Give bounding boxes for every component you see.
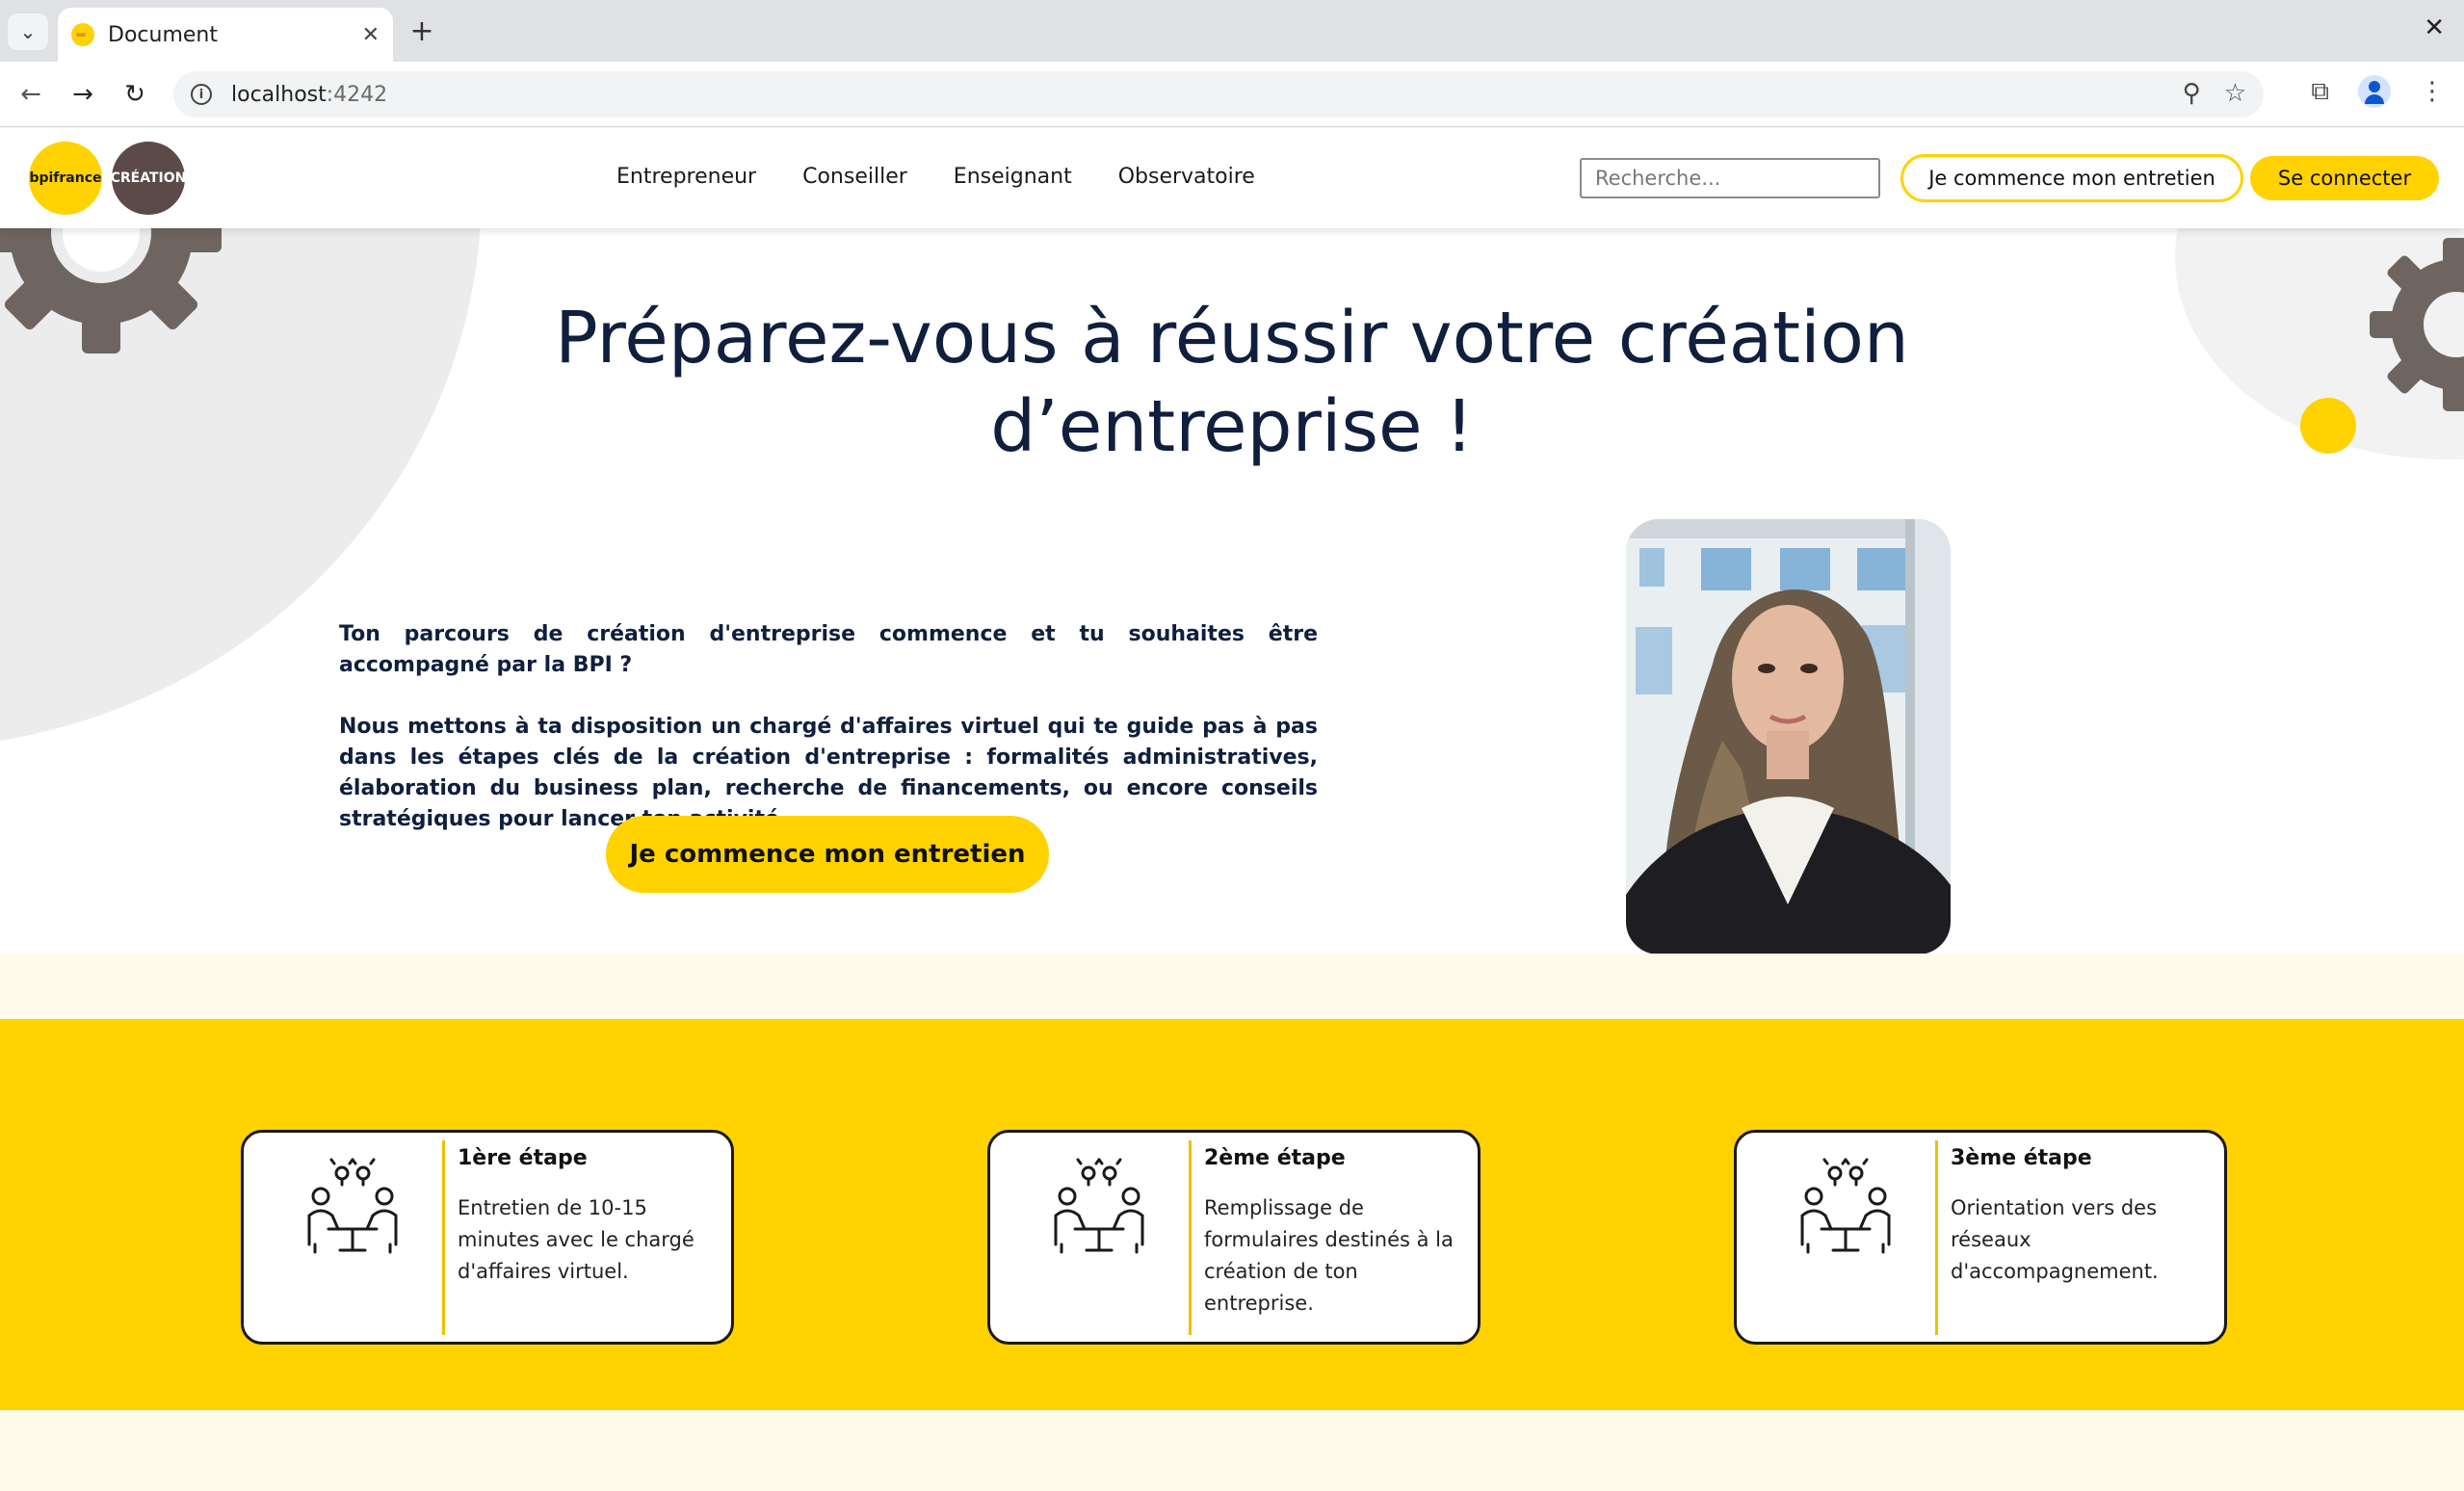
step-description: Orientation vers des réseaux d'accompagn… — [1951, 1196, 2159, 1283]
hero-section: Préparez-vous à réussir votre création d… — [0, 228, 2464, 954]
star-icon[interactable]: ☆ — [2224, 79, 2246, 108]
page-title: Préparez-vous à réussir votre création d… — [0, 294, 2464, 471]
step-title: 2ème étape — [1204, 1146, 1346, 1170]
step-title: 3ème étape — [1951, 1146, 2092, 1170]
extensions-icon[interactable]: ⧉ — [2311, 77, 2329, 107]
hero-description: Ton parcours de création d'entreprise co… — [339, 619, 1318, 835]
nav-enseignant[interactable]: Enseignant — [954, 165, 1072, 189]
step-description: Remplissage de formulaires destinés à la… — [1204, 1196, 1454, 1315]
new-tab-button[interactable]: + — [405, 12, 439, 50]
url-port: :4242 — [326, 82, 388, 107]
browser-tabbar: ⌄ Document ✕ + ✕ — [0, 0, 2464, 62]
browser-tab[interactable]: Document ✕ — [58, 8, 393, 62]
virtual-advisor-video[interactable] — [1626, 519, 1951, 954]
main-nav: Entrepreneur Conseiller Enseignant Obser… — [616, 165, 1255, 189]
title-line-1: Préparez-vous à réussir votre création — [555, 297, 1909, 379]
site-header: bpifrance CRÉATION Entrepreneur Conseill… — [0, 128, 2464, 228]
meeting-icon — [307, 1158, 398, 1254]
nav-conseiller[interactable]: Conseiller — [802, 165, 907, 189]
address-bar-row: ← → ↻ i localhost:4242 ⚲ ☆ ⧉ ⋮ — [0, 62, 2464, 127]
reload-icon[interactable]: ↻ — [118, 77, 152, 112]
hero-paragraph-1: Ton parcours de création d'entreprise co… — [339, 622, 1318, 677]
cream-footer-strip — [0, 1410, 2464, 1491]
zoom-icon[interactable]: ⚲ — [2183, 79, 2201, 108]
info-icon[interactable]: i — [191, 84, 212, 105]
nav-entrepreneur[interactable]: Entrepreneur — [616, 165, 756, 189]
forward-arrow-icon[interactable]: → — [66, 77, 100, 112]
nav-observatoire[interactable]: Observatoire — [1118, 165, 1255, 189]
url-field[interactable]: i localhost:4242 ⚲ ☆ — [173, 71, 2264, 118]
tab-list-button[interactable]: ⌄ — [8, 13, 48, 50]
step-card-1: 1ère étape Entretien de 10-15 minutes av… — [241, 1130, 734, 1345]
title-line-2: d’entreprise ! — [990, 385, 1474, 468]
step-separator — [1935, 1140, 1938, 1335]
login-button[interactable]: Se connecter — [2250, 156, 2439, 200]
favicon-icon — [71, 23, 94, 46]
bpifrance-logo[interactable]: bpifrance — [29, 142, 102, 215]
profile-avatar-icon[interactable] — [2358, 75, 2391, 108]
tab-title: Document — [108, 22, 218, 47]
step-separator — [1189, 1140, 1192, 1335]
window-close-icon[interactable]: ✕ — [2424, 13, 2445, 42]
start-interview-button[interactable]: Je commence mon entretien — [606, 816, 1049, 893]
meeting-icon — [1054, 1158, 1144, 1254]
chevron-down-icon: ⌄ — [19, 20, 37, 43]
meeting-icon — [1800, 1158, 1891, 1254]
start-interview-header-button[interactable]: Je commence mon entretien — [1900, 154, 2243, 202]
step-title: 1ère étape — [458, 1146, 588, 1170]
search-input[interactable] — [1580, 158, 1880, 198]
step-card-2: 2ème étape Remplissage de formulaires de… — [987, 1130, 1481, 1345]
advisor-portrait-image — [1626, 519, 1951, 954]
creation-logo[interactable]: CRÉATION — [111, 142, 186, 215]
back-arrow-icon[interactable]: ← — [13, 77, 48, 112]
step-description: Entretien de 10-15 minutes avec le charg… — [458, 1196, 695, 1283]
url-host: localhost — [231, 82, 327, 107]
step-card-3: 3ème étape Orientation vers des réseaux … — [1734, 1130, 2227, 1345]
step-separator — [442, 1140, 445, 1335]
more-menu-icon[interactable]: ⋮ — [2420, 77, 2445, 106]
cream-divider — [0, 954, 2464, 1019]
close-icon[interactable]: ✕ — [362, 23, 380, 47]
